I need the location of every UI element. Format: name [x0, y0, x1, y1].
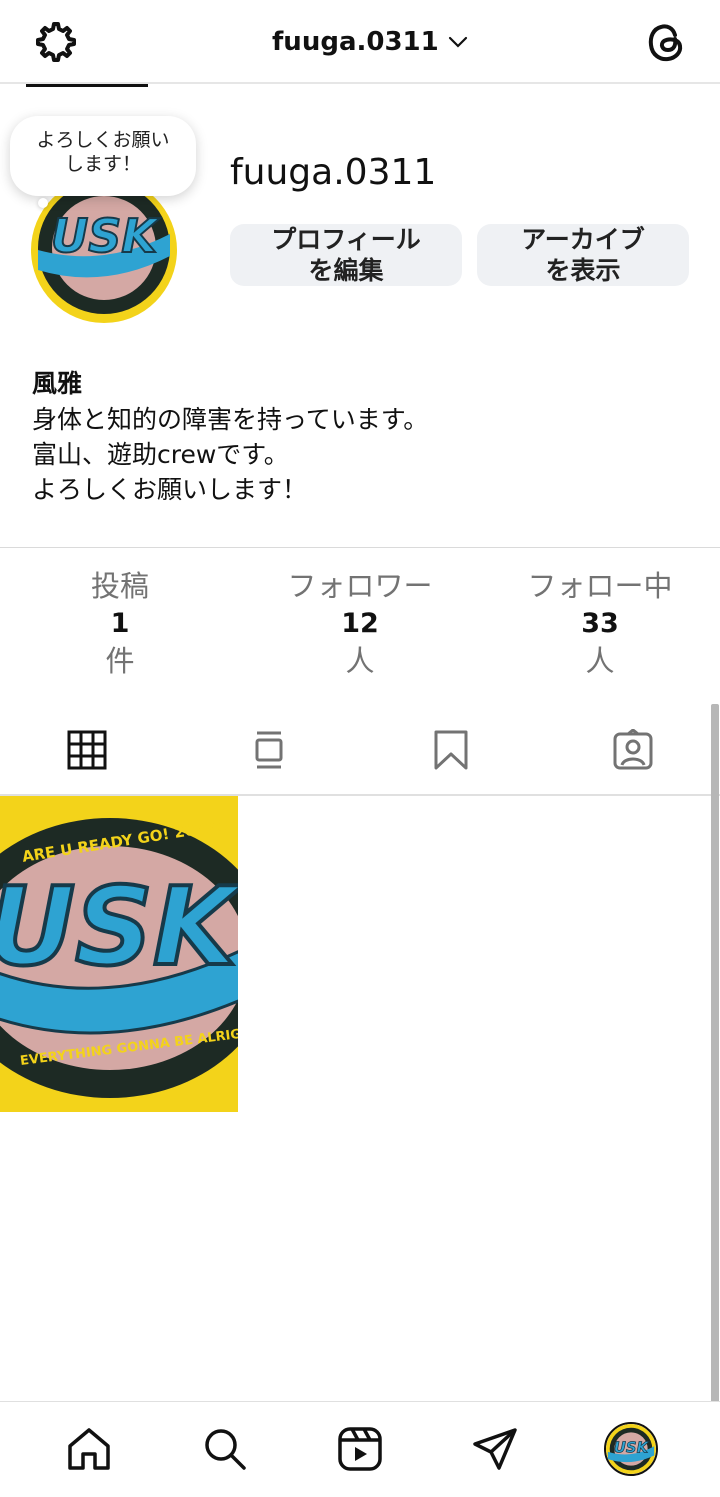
archive-label-1: アーカイブ	[521, 225, 645, 254]
edit-profile-label-1: プロフィール	[271, 225, 421, 254]
chevron-down-icon	[447, 31, 469, 53]
threads-icon[interactable]	[642, 18, 690, 66]
active-tab-indicator	[26, 84, 148, 87]
profile-username: fuuga.0311	[230, 152, 437, 193]
home-icon[interactable]	[64, 1424, 114, 1474]
stat-value: 12	[341, 608, 379, 639]
stat-label: フォロワー	[287, 569, 433, 603]
grid-icon	[67, 730, 107, 770]
reels-icon[interactable]	[335, 1424, 385, 1474]
saved-bookmark-icon	[434, 730, 468, 770]
stat-posts[interactable]: 投稿 1 件	[0, 566, 240, 680]
bottom-navigation: USK	[0, 1401, 720, 1497]
archive-label-2: を表示	[545, 256, 621, 285]
tab-saved[interactable]	[390, 706, 512, 794]
stat-unit: 人	[345, 644, 375, 678]
note-bubble-tail	[38, 198, 48, 208]
note-bubble[interactable]: よろしくお願い します！	[10, 116, 196, 196]
direct-messages-icon[interactable]	[470, 1424, 520, 1474]
nav-avatar-logo-text: USK	[614, 1440, 650, 1457]
stat-value: 33	[581, 608, 619, 639]
tab-grid[interactable]	[26, 706, 148, 794]
bio-line: 富山、遊助crewです。	[32, 440, 289, 469]
account-switcher[interactable]: fuuga.0311	[272, 22, 469, 62]
stats-divider	[0, 547, 720, 548]
post-thumbnail[interactable]: USK ARE U READY GO! 2022!! EVERYTHING GO…	[0, 796, 238, 1112]
stat-label: フォロー中	[527, 569, 673, 603]
note-line-1: よろしくお願い	[36, 129, 170, 151]
scrollbar[interactable]	[711, 704, 719, 1497]
top-bar: fuuga.0311	[0, 0, 720, 84]
profile-tabs	[0, 706, 720, 796]
stat-value: 1	[110, 608, 130, 639]
profile-avatar[interactable]: USK	[604, 1422, 658, 1476]
search-icon[interactable]	[200, 1424, 250, 1474]
tab-tagged[interactable]	[572, 706, 694, 794]
stat-label: 投稿	[90, 569, 149, 603]
edit-profile-button[interactable]: プロフィール を編集	[230, 224, 462, 286]
profile-avatar-large[interactable]: USK	[30, 186, 178, 324]
tagged-icon	[613, 729, 653, 770]
tab-feed[interactable]	[208, 706, 330, 794]
post-logo-text: USK	[0, 865, 238, 990]
bio-line: 身体と知的の障害を持っています。	[32, 405, 429, 434]
edit-profile-label-2: を編集	[308, 256, 384, 285]
reels-feed-icon	[255, 731, 283, 769]
bio-line: よろしくお願いします！	[32, 475, 308, 504]
view-archive-button[interactable]: アーカイブ を表示	[477, 224, 689, 286]
stat-following[interactable]: フォロー中 33 人	[480, 566, 720, 680]
stat-unit: 件	[105, 644, 135, 678]
account-name: fuuga.0311	[272, 27, 439, 57]
stat-followers[interactable]: フォロワー 12 人	[240, 566, 480, 680]
bio: 風雅 身体と知的の障害を持っています。 富山、遊助crewです。 よろしくお願い…	[32, 366, 672, 507]
settings-gear-icon[interactable]	[30, 18, 78, 66]
avatar-logo-text: USK	[51, 209, 160, 263]
note-line-2: します！	[64, 153, 141, 175]
bio-name: 風雅	[32, 369, 83, 398]
stat-unit: 人	[585, 644, 615, 678]
